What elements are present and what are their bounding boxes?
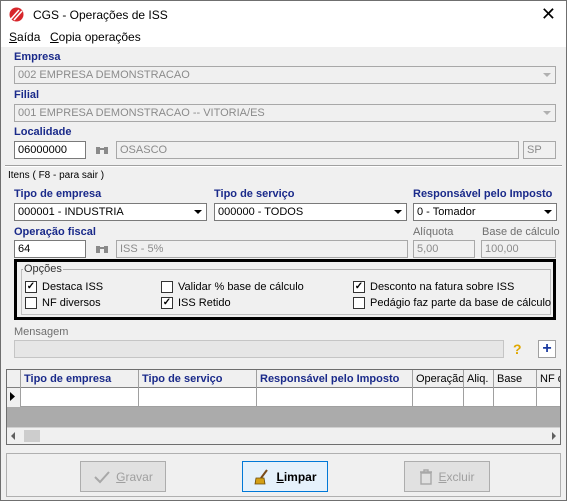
- chevron-down-icon: [539, 105, 555, 121]
- row-indicator: [7, 388, 21, 407]
- trash-icon: [420, 468, 433, 485]
- chevron-down-icon: [540, 204, 556, 220]
- broom-icon: [255, 468, 269, 484]
- chevron-down-icon: [190, 204, 206, 220]
- tipo-servico-label: Tipo de serviço: [214, 188, 295, 200]
- table-cell[interactable]: [257, 388, 413, 407]
- operacao-desc-field: ISS - 5%: [116, 240, 408, 258]
- responsavel-label: Responsável pelo Imposto: [413, 188, 553, 200]
- tipo-empresa-label: Tipo de empresa: [14, 188, 102, 200]
- localidade-code-input[interactable]: 06000000: [14, 141, 86, 159]
- base-label: Base de cálculo: [482, 226, 560, 238]
- pedagio-base-checkbox[interactable]: [353, 297, 365, 309]
- col-base[interactable]: Base: [494, 370, 537, 388]
- empresa-label: Empresa: [14, 51, 61, 63]
- aliquota-label: Alíquota: [413, 226, 454, 238]
- scroll-left-icon[interactable]: [11, 432, 15, 440]
- tipo-empresa-select[interactable]: 000001 - INDUSTRIA: [14, 203, 207, 221]
- base-field: 100,00: [481, 240, 556, 258]
- scroll-right-icon[interactable]: [552, 432, 556, 440]
- desconto-fatura-checkbox[interactable]: ✓: [353, 281, 365, 293]
- localidade-uf-field: SP: [523, 141, 556, 159]
- chevron-down-icon: [390, 204, 406, 220]
- nf-diversos-checkbox[interactable]: [25, 297, 37, 309]
- check-icon: [94, 470, 110, 483]
- items-grid[interactable]: Tipo de empresa Tipo de serviço Responsá…: [6, 369, 561, 445]
- operacao-code-input[interactable]: 64: [14, 240, 86, 258]
- section-divider: [5, 165, 562, 167]
- app-logo-icon: [9, 7, 24, 22]
- chevron-down-icon: [539, 67, 555, 83]
- destaca-iss-label: Destaca ISS: [42, 281, 104, 293]
- gravar-button[interactable]: Gravar: [80, 461, 166, 492]
- limpar-button[interactable]: Limpar: [242, 461, 328, 492]
- filial-label: Filial: [14, 89, 40, 101]
- binoculars-search-icon[interactable]: [90, 140, 114, 160]
- iss-retido-label: ISS Retido: [178, 297, 231, 309]
- app-window: CGS - Operações de ISS ✕ Saída Copia ope…: [0, 0, 567, 501]
- add-icon[interactable]: +: [538, 340, 556, 358]
- horizontal-scrollbar[interactable]: [7, 427, 560, 444]
- table-cell[interactable]: [464, 388, 494, 407]
- table-cell[interactable]: [494, 388, 537, 407]
- col-aliq[interactable]: Aliq.: [464, 370, 494, 388]
- col-responsavel[interactable]: Responsável pelo Imposto: [257, 370, 413, 388]
- nf-diversos-label: NF diversos: [42, 297, 101, 309]
- mensagem-field: [14, 340, 504, 358]
- col-nf[interactable]: NF d: [537, 370, 560, 388]
- localidade-name-field: OSASCO: [116, 141, 519, 159]
- grid-indicator-header: [7, 370, 21, 388]
- validar-base-label: Validar % base de cálculo: [178, 281, 304, 293]
- itens-label: Itens ( F8 - para sair ): [8, 170, 105, 181]
- binoculars-search-icon[interactable]: [90, 239, 114, 259]
- table-row[interactable]: [7, 388, 560, 407]
- empresa-select[interactable]: 002 EMPRESA DEMONSTRACAO: [14, 66, 556, 84]
- validar-base-checkbox[interactable]: [161, 281, 173, 293]
- col-tipo-servico[interactable]: Tipo de serviço: [139, 370, 257, 388]
- excluir-button[interactable]: Excluir: [404, 461, 490, 492]
- localidade-label: Localidade: [14, 126, 72, 138]
- close-icon[interactable]: ✕: [541, 4, 556, 24]
- responsavel-select[interactable]: 0 - Tomador: [413, 203, 557, 221]
- col-tipo-empresa[interactable]: Tipo de empresa: [21, 370, 139, 388]
- col-operacao[interactable]: Operação: [413, 370, 464, 388]
- current-row-arrow-icon: [10, 392, 15, 401]
- scroll-thumb[interactable]: [24, 430, 40, 442]
- menu-copia-operacoes[interactable]: Copia operações: [50, 29, 141, 45]
- aliquota-field: 5,00: [413, 240, 475, 258]
- title-bar: CGS - Operações de ISS ✕: [1, 1, 566, 29]
- destaca-iss-checkbox[interactable]: ✓: [25, 281, 37, 293]
- operacao-label: Operação fiscal: [14, 226, 96, 238]
- table-cell[interactable]: [139, 388, 257, 407]
- table-cell[interactable]: [21, 388, 139, 407]
- window-title: CGS - Operações de ISS: [33, 8, 168, 22]
- grid-header: Tipo de empresa Tipo de serviço Responsá…: [7, 370, 560, 388]
- tipo-servico-select[interactable]: 000000 - TODOS: [214, 203, 407, 221]
- options-legend: Opções: [23, 263, 63, 275]
- mensagem-label: Mensagem: [14, 326, 69, 338]
- desconto-fatura-label: Desconto na fatura sobre ISS: [370, 281, 515, 293]
- iss-retido-checkbox[interactable]: ✓: [161, 297, 173, 309]
- filial-select[interactable]: 001 EMPRESA DEMONSTRACAO -- VITORIA/ES: [14, 104, 556, 122]
- menu-saida[interactable]: Saída: [9, 29, 40, 45]
- menu-bar: Saída Copia operações: [1, 29, 566, 47]
- table-cell[interactable]: [413, 388, 464, 407]
- table-cell[interactable]: [537, 388, 560, 407]
- help-icon[interactable]: ?: [513, 342, 522, 356]
- pedagio-base-label: Pedágio faz parte da base de cálculo: [370, 297, 552, 309]
